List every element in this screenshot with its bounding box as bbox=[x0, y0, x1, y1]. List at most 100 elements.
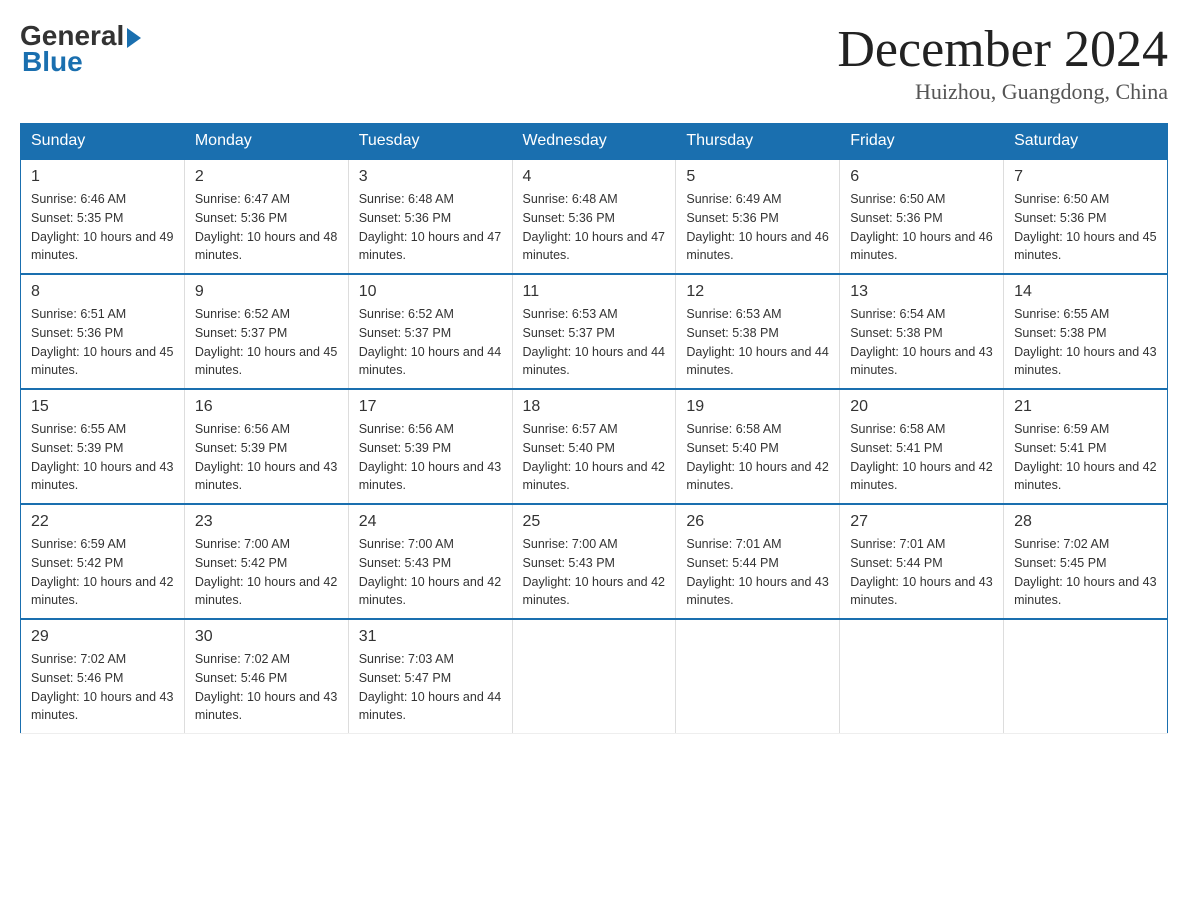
header-saturday: Saturday bbox=[1004, 124, 1168, 160]
day-number: 16 bbox=[195, 398, 338, 416]
calendar-header-row: SundayMondayTuesdayWednesdayThursdayFrid… bbox=[21, 124, 1168, 160]
day-info: Sunrise: 6:53 AMSunset: 5:37 PMDaylight:… bbox=[523, 307, 665, 377]
day-info: Sunrise: 7:00 AMSunset: 5:43 PMDaylight:… bbox=[523, 537, 665, 607]
calendar-cell: 21 Sunrise: 6:59 AMSunset: 5:41 PMDaylig… bbox=[1004, 389, 1168, 504]
day-number: 27 bbox=[850, 513, 993, 531]
calendar-cell: 5 Sunrise: 6:49 AMSunset: 5:36 PMDayligh… bbox=[676, 159, 840, 274]
logo-arrow-icon bbox=[127, 28, 141, 48]
day-info: Sunrise: 7:00 AMSunset: 5:43 PMDaylight:… bbox=[359, 537, 501, 607]
day-number: 29 bbox=[31, 628, 174, 646]
calendar-cell: 20 Sunrise: 6:58 AMSunset: 5:41 PMDaylig… bbox=[840, 389, 1004, 504]
calendar-cell: 22 Sunrise: 6:59 AMSunset: 5:42 PMDaylig… bbox=[21, 504, 185, 619]
day-number: 26 bbox=[686, 513, 829, 531]
header-tuesday: Tuesday bbox=[348, 124, 512, 160]
calendar-subtitle: Huizhou, Guangdong, China bbox=[837, 79, 1168, 105]
calendar-cell: 17 Sunrise: 6:56 AMSunset: 5:39 PMDaylig… bbox=[348, 389, 512, 504]
day-info: Sunrise: 7:01 AMSunset: 5:44 PMDaylight:… bbox=[850, 537, 992, 607]
day-number: 14 bbox=[1014, 283, 1157, 301]
day-info: Sunrise: 7:02 AMSunset: 5:46 PMDaylight:… bbox=[195, 652, 337, 722]
day-number: 4 bbox=[523, 168, 666, 186]
calendar-cell: 2 Sunrise: 6:47 AMSunset: 5:36 PMDayligh… bbox=[184, 159, 348, 274]
day-info: Sunrise: 6:53 AMSunset: 5:38 PMDaylight:… bbox=[686, 307, 828, 377]
day-number: 18 bbox=[523, 398, 666, 416]
page-header: General Blue December 2024 Huizhou, Guan… bbox=[20, 20, 1168, 105]
header-thursday: Thursday bbox=[676, 124, 840, 160]
day-number: 24 bbox=[359, 513, 502, 531]
day-info: Sunrise: 6:58 AMSunset: 5:41 PMDaylight:… bbox=[850, 422, 992, 492]
day-number: 2 bbox=[195, 168, 338, 186]
calendar-cell: 28 Sunrise: 7:02 AMSunset: 5:45 PMDaylig… bbox=[1004, 504, 1168, 619]
day-number: 1 bbox=[31, 168, 174, 186]
day-number: 3 bbox=[359, 168, 502, 186]
day-info: Sunrise: 7:00 AMSunset: 5:42 PMDaylight:… bbox=[195, 537, 337, 607]
day-info: Sunrise: 7:01 AMSunset: 5:44 PMDaylight:… bbox=[686, 537, 828, 607]
day-number: 9 bbox=[195, 283, 338, 301]
calendar-table: SundayMondayTuesdayWednesdayThursdayFrid… bbox=[20, 123, 1168, 734]
day-info: Sunrise: 6:52 AMSunset: 5:37 PMDaylight:… bbox=[195, 307, 337, 377]
calendar-cell: 4 Sunrise: 6:48 AMSunset: 5:36 PMDayligh… bbox=[512, 159, 676, 274]
day-info: Sunrise: 6:48 AMSunset: 5:36 PMDaylight:… bbox=[359, 192, 501, 262]
day-info: Sunrise: 6:50 AMSunset: 5:36 PMDaylight:… bbox=[1014, 192, 1156, 262]
day-info: Sunrise: 7:02 AMSunset: 5:45 PMDaylight:… bbox=[1014, 537, 1156, 607]
header-wednesday: Wednesday bbox=[512, 124, 676, 160]
calendar-week-row: 29 Sunrise: 7:02 AMSunset: 5:46 PMDaylig… bbox=[21, 619, 1168, 734]
header-monday: Monday bbox=[184, 124, 348, 160]
day-number: 23 bbox=[195, 513, 338, 531]
day-number: 10 bbox=[359, 283, 502, 301]
day-info: Sunrise: 6:55 AMSunset: 5:39 PMDaylight:… bbox=[31, 422, 173, 492]
day-info: Sunrise: 6:56 AMSunset: 5:39 PMDaylight:… bbox=[359, 422, 501, 492]
calendar-cell: 12 Sunrise: 6:53 AMSunset: 5:38 PMDaylig… bbox=[676, 274, 840, 389]
calendar-cell: 15 Sunrise: 6:55 AMSunset: 5:39 PMDaylig… bbox=[21, 389, 185, 504]
day-number: 7 bbox=[1014, 168, 1157, 186]
day-number: 28 bbox=[1014, 513, 1157, 531]
calendar-week-row: 15 Sunrise: 6:55 AMSunset: 5:39 PMDaylig… bbox=[21, 389, 1168, 504]
calendar-cell: 19 Sunrise: 6:58 AMSunset: 5:40 PMDaylig… bbox=[676, 389, 840, 504]
calendar-cell: 14 Sunrise: 6:55 AMSunset: 5:38 PMDaylig… bbox=[1004, 274, 1168, 389]
day-number: 17 bbox=[359, 398, 502, 416]
day-info: Sunrise: 6:51 AMSunset: 5:36 PMDaylight:… bbox=[31, 307, 173, 377]
day-number: 25 bbox=[523, 513, 666, 531]
day-info: Sunrise: 6:54 AMSunset: 5:38 PMDaylight:… bbox=[850, 307, 992, 377]
calendar-cell bbox=[512, 619, 676, 734]
logo-text-blue: Blue bbox=[22, 46, 141, 78]
calendar-cell: 23 Sunrise: 7:00 AMSunset: 5:42 PMDaylig… bbox=[184, 504, 348, 619]
day-number: 11 bbox=[523, 283, 666, 301]
day-number: 20 bbox=[850, 398, 993, 416]
day-info: Sunrise: 6:55 AMSunset: 5:38 PMDaylight:… bbox=[1014, 307, 1156, 377]
day-info: Sunrise: 6:52 AMSunset: 5:37 PMDaylight:… bbox=[359, 307, 501, 377]
calendar-week-row: 8 Sunrise: 6:51 AMSunset: 5:36 PMDayligh… bbox=[21, 274, 1168, 389]
logo: General Blue bbox=[20, 20, 141, 78]
calendar-cell: 1 Sunrise: 6:46 AMSunset: 5:35 PMDayligh… bbox=[21, 159, 185, 274]
day-info: Sunrise: 6:57 AMSunset: 5:40 PMDaylight:… bbox=[523, 422, 665, 492]
day-number: 12 bbox=[686, 283, 829, 301]
calendar-cell: 18 Sunrise: 6:57 AMSunset: 5:40 PMDaylig… bbox=[512, 389, 676, 504]
day-number: 8 bbox=[31, 283, 174, 301]
calendar-cell: 29 Sunrise: 7:02 AMSunset: 5:46 PMDaylig… bbox=[21, 619, 185, 734]
day-info: Sunrise: 6:48 AMSunset: 5:36 PMDaylight:… bbox=[523, 192, 665, 262]
day-number: 13 bbox=[850, 283, 993, 301]
calendar-title-area: December 2024 Huizhou, Guangdong, China bbox=[837, 20, 1168, 105]
day-info: Sunrise: 6:56 AMSunset: 5:39 PMDaylight:… bbox=[195, 422, 337, 492]
calendar-cell: 31 Sunrise: 7:03 AMSunset: 5:47 PMDaylig… bbox=[348, 619, 512, 734]
day-number: 15 bbox=[31, 398, 174, 416]
day-number: 19 bbox=[686, 398, 829, 416]
calendar-cell: 24 Sunrise: 7:00 AMSunset: 5:43 PMDaylig… bbox=[348, 504, 512, 619]
day-number: 31 bbox=[359, 628, 502, 646]
calendar-cell bbox=[1004, 619, 1168, 734]
calendar-cell: 7 Sunrise: 6:50 AMSunset: 5:36 PMDayligh… bbox=[1004, 159, 1168, 274]
day-number: 21 bbox=[1014, 398, 1157, 416]
calendar-cell: 11 Sunrise: 6:53 AMSunset: 5:37 PMDaylig… bbox=[512, 274, 676, 389]
day-number: 5 bbox=[686, 168, 829, 186]
day-number: 22 bbox=[31, 513, 174, 531]
day-info: Sunrise: 7:02 AMSunset: 5:46 PMDaylight:… bbox=[31, 652, 173, 722]
day-info: Sunrise: 7:03 AMSunset: 5:47 PMDaylight:… bbox=[359, 652, 501, 722]
calendar-cell: 25 Sunrise: 7:00 AMSunset: 5:43 PMDaylig… bbox=[512, 504, 676, 619]
calendar-cell: 6 Sunrise: 6:50 AMSunset: 5:36 PMDayligh… bbox=[840, 159, 1004, 274]
calendar-title: December 2024 bbox=[837, 20, 1168, 79]
day-info: Sunrise: 6:46 AMSunset: 5:35 PMDaylight:… bbox=[31, 192, 173, 262]
calendar-cell: 13 Sunrise: 6:54 AMSunset: 5:38 PMDaylig… bbox=[840, 274, 1004, 389]
day-info: Sunrise: 6:49 AMSunset: 5:36 PMDaylight:… bbox=[686, 192, 828, 262]
day-info: Sunrise: 6:58 AMSunset: 5:40 PMDaylight:… bbox=[686, 422, 828, 492]
day-info: Sunrise: 6:50 AMSunset: 5:36 PMDaylight:… bbox=[850, 192, 992, 262]
day-number: 30 bbox=[195, 628, 338, 646]
